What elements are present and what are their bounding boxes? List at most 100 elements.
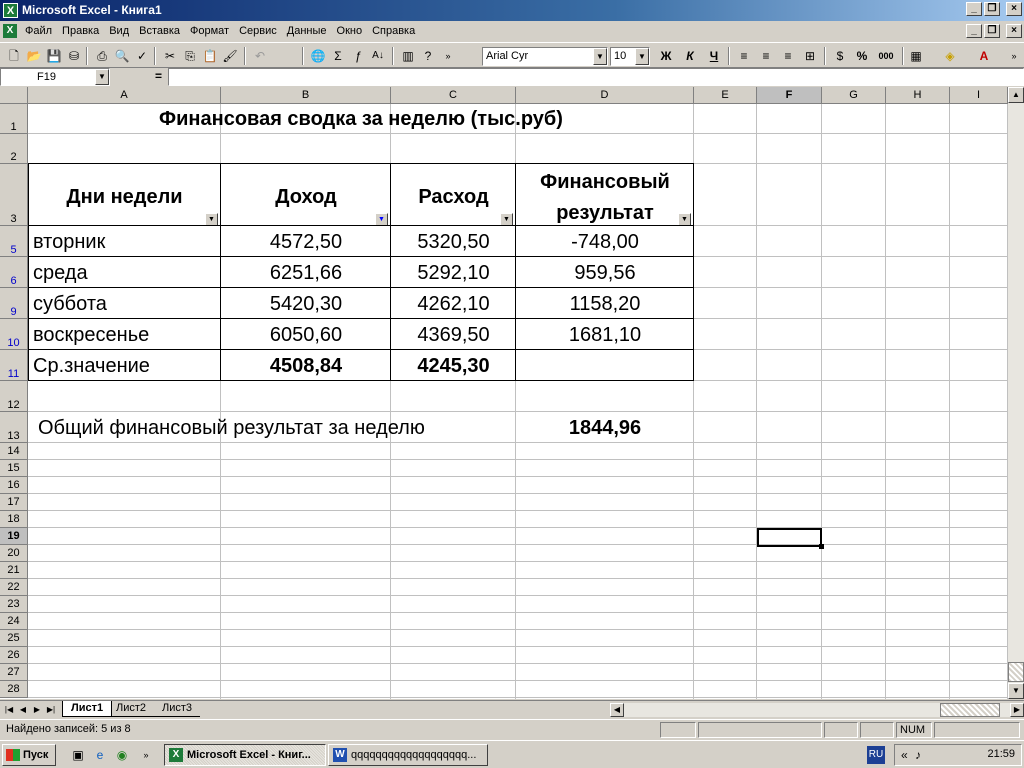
column-header-I[interactable]: I [950,87,1008,104]
percent-button[interactable]: % [852,46,872,66]
close-button[interactable]: × [1006,2,1022,16]
menu-item-1[interactable]: Правка [57,24,104,38]
chevron-down-icon[interactable]: ▼ [95,69,109,85]
next-sheet-icon[interactable]: ▶ [30,703,44,717]
borders-icon[interactable]: ▦ [906,46,926,66]
menu-item-7[interactable]: Окно [332,24,368,38]
underline-button[interactable]: Ч [704,46,724,66]
row-header-22[interactable]: 22 [0,579,28,596]
row-header-14[interactable]: 14 [0,443,28,460]
formula-input[interactable] [168,68,1024,86]
menu-item-6[interactable]: Данные [282,24,332,38]
clock[interactable]: 21:59 [987,748,1015,760]
row-header-19[interactable]: 19 [0,528,28,545]
cut-icon[interactable]: ✂ [160,46,180,66]
more-buttons-icon[interactable]: » [1004,46,1024,66]
row-header-5[interactable]: 5 [0,226,28,257]
row-header-12[interactable]: 12 [0,381,28,412]
print-icon[interactable]: ⎙ [92,46,112,66]
row-header-17[interactable]: 17 [0,494,28,511]
column-header-G[interactable]: G [822,87,886,104]
workbook-minimize-button[interactable]: _ [966,24,982,38]
align-left-icon[interactable]: ≡ [734,46,754,66]
network-icon[interactable]: ♪ [915,748,921,762]
save-icon[interactable]: 💾 [44,46,64,66]
internet-explorer-icon[interactable]: e [92,747,108,763]
italic-button[interactable]: К [680,46,700,66]
workbook-restore-button[interactable]: ❐ [984,24,1000,38]
first-sheet-icon[interactable]: |◀ [2,703,16,717]
row-header-23[interactable]: 23 [0,596,28,613]
align-right-icon[interactable]: ≡ [778,46,798,66]
select-all-corner[interactable] [0,87,28,104]
column-header-E[interactable]: E [694,87,757,104]
row-header-16[interactable]: 16 [0,477,28,494]
task-excel[interactable]: X Microsoft Excel - Книг... [164,744,326,766]
menu-item-0[interactable]: Файл [20,24,57,38]
sort-ascending-icon[interactable]: A↓ [368,46,388,66]
volume-icon[interactable]: « [901,748,908,762]
excel-icon[interactable]: X [3,3,18,18]
row-header-3[interactable]: 3 [0,164,28,226]
open-icon[interactable]: 📂 [24,46,44,66]
name-box[interactable]: F19 ▼ [0,68,110,86]
row-header-2[interactable]: 2 [0,134,28,164]
paste-icon[interactable]: 📋 [200,46,220,66]
show-desktop-icon[interactable]: ▣ [70,747,86,763]
edit-formula-button[interactable]: = [155,69,162,83]
row-header-11[interactable]: 11 [0,350,28,381]
permission-icon[interactable]: ⛁ [64,46,84,66]
row-header-6[interactable]: 6 [0,257,28,288]
scroll-right-icon[interactable]: ▶ [1010,703,1024,717]
workbook-icon[interactable]: X [3,24,17,38]
menu-item-5[interactable]: Сервис [234,24,282,38]
minimize-button[interactable]: _ [966,2,982,16]
column-header-C[interactable]: C [391,87,516,104]
column-header-B[interactable]: B [221,87,391,104]
new-icon[interactable]: 🗋 [4,46,24,66]
sheet-tab-3[interactable]: Лист3 [154,701,201,717]
selected-cell-F19[interactable] [757,528,824,549]
row-header-24[interactable]: 24 [0,613,28,630]
fill-color-icon[interactable]: ◈ [940,46,960,66]
start-button[interactable]: Пуск [2,744,56,766]
scroll-down-icon[interactable]: ▼ [1008,683,1024,699]
worksheet-grid[interactable]: A B C D E F G H I 1 2 3 5 6 9 10 11 12 13 14 15 16 17 18 19 20 21 2… [0,87,1008,699]
row-header-28[interactable]: 28 [0,681,28,698]
undo-icon[interactable]: ↶ [250,46,270,66]
row-header-27[interactable]: 27 [0,664,28,681]
horizontal-scroll-thumb[interactable] [940,703,1000,717]
scroll-up-icon[interactable]: ▲ [1008,87,1024,103]
chart-wizard-icon[interactable]: ▥ [398,46,418,66]
sheet-tab-1[interactable]: Лист1 [62,701,113,717]
menu-item-2[interactable]: Вид [104,24,134,38]
row-header-21[interactable]: 21 [0,562,28,579]
media-player-icon[interactable]: ◉ [114,747,130,763]
more-quick-launch-icon[interactable]: » [138,747,154,763]
vertical-scroll-thumb[interactable] [1008,662,1024,682]
task-word[interactable]: W qqqqqqqqqqqqqqqqqqq... [328,744,488,766]
column-header-A[interactable]: A [28,87,221,104]
last-sheet-icon[interactable]: ▶| [44,703,58,717]
row-header-26[interactable]: 26 [0,647,28,664]
row-header-18[interactable]: 18 [0,511,28,528]
autosum-icon[interactable]: Σ [328,46,348,66]
copy-icon[interactable]: ⎘ [180,46,200,66]
horizontal-scrollbar[interactable]: ◀ ▶ [610,703,1024,717]
workbook-close-button[interactable]: × [1006,24,1022,38]
sheet-tab-2[interactable]: Лист2 [108,701,155,717]
scroll-left-icon[interactable]: ◀ [610,703,624,717]
language-indicator[interactable]: RU [867,746,885,764]
merge-center-icon[interactable]: ⊞ [800,46,820,66]
row-header-1[interactable]: 1 [0,104,28,134]
vertical-scrollbar[interactable]: ▲ ▼ [1008,87,1024,699]
row-header-9[interactable]: 9 [0,288,28,319]
row-header-25[interactable]: 25 [0,630,28,647]
align-center-icon[interactable]: ≡ [756,46,776,66]
restore-button[interactable]: ❐ [984,2,1000,16]
font-color-icon[interactable]: A [974,46,994,66]
function-icon[interactable]: ƒ [348,46,368,66]
chevron-down-icon[interactable]: ▼ [635,48,649,65]
font-name-select[interactable]: Arial Cyr ▼ [482,47,608,66]
row-header-10[interactable]: 10 [0,319,28,350]
